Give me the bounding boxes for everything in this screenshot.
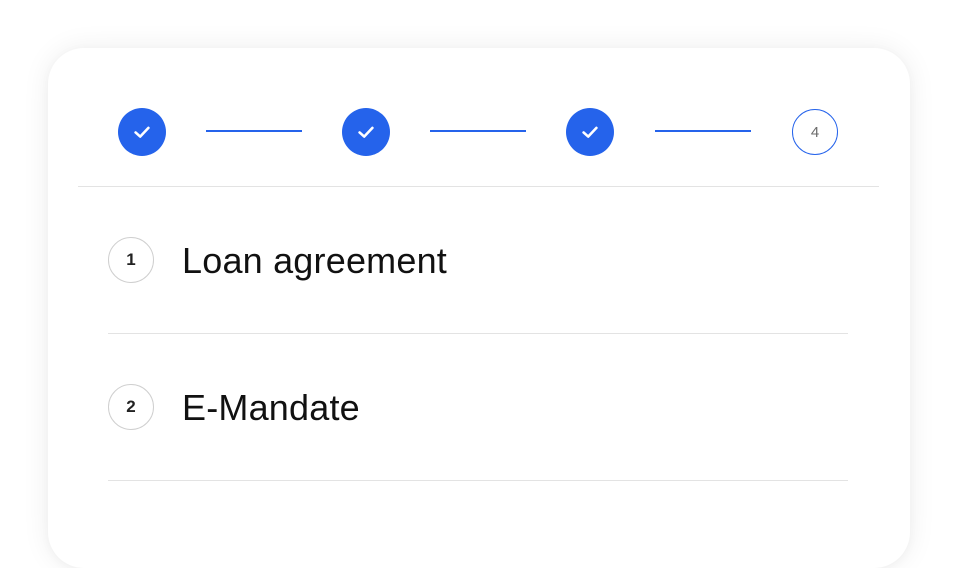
checkmark-icon	[582, 126, 598, 138]
item-divider	[108, 480, 848, 481]
progress-stepper: 4	[48, 48, 910, 188]
step-3-completed[interactable]	[566, 108, 614, 156]
list-item-loan-agreement[interactable]: 1 Loan agreement	[108, 187, 848, 334]
step-connector	[206, 130, 302, 132]
step-connector	[430, 130, 526, 132]
checkmark-icon	[358, 126, 374, 138]
item-number-badge: 1	[108, 237, 154, 283]
checkmark-icon	[134, 126, 150, 138]
steps-card: 4 1 Loan agreement 2 E-Mandate	[48, 48, 910, 568]
step-2-completed[interactable]	[342, 108, 390, 156]
item-label: E-Mandate	[182, 387, 360, 428]
step-connector	[655, 130, 751, 132]
step-4-current[interactable]: 4	[792, 109, 838, 155]
list-item-e-mandate[interactable]: 2 E-Mandate	[108, 334, 848, 481]
item-number-badge: 2	[108, 384, 154, 430]
item-label: Loan agreement	[182, 240, 447, 281]
step-1-completed[interactable]	[118, 108, 166, 156]
